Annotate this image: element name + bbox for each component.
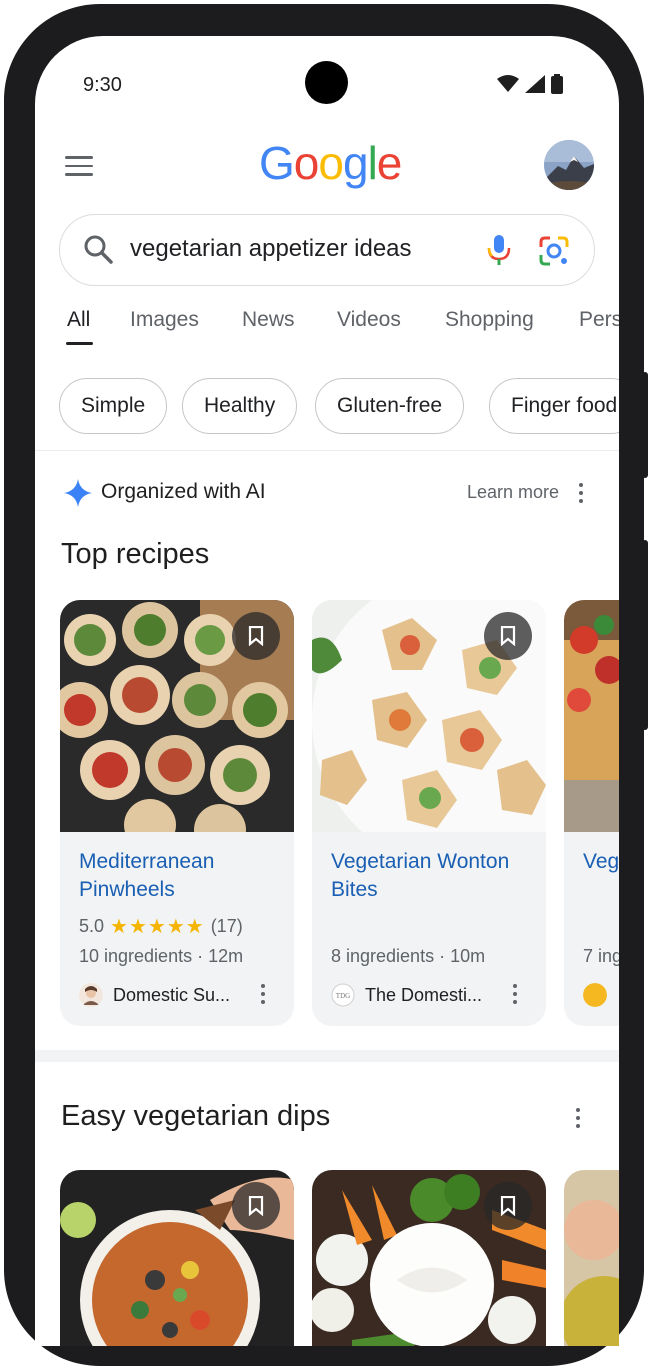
logo-letter: G [259,137,295,189]
microphone-icon[interactable] [486,233,512,267]
menu-icon[interactable] [65,156,93,178]
source-name: Domestic Su... [113,984,231,1005]
logo-letter: l [367,137,378,189]
recipe-source[interactable]: TDG The Domesti... [331,983,482,1007]
source-name: The Domesti... [365,984,483,1005]
tab-perspectives[interactable]: Pers [579,308,619,332]
ai-sparkle-icon [64,479,92,507]
bookmark-button[interactable] [484,612,532,660]
section-title-dips: Easy vegetarian dips [61,1100,331,1132]
divider [35,450,619,451]
tab-videos[interactable]: Videos [337,308,401,332]
screen: 9:30 Google vegetarian appetizer ideas A… [35,36,619,1346]
recipe-meta: 8 ingredients · 10m [331,946,486,966]
recipe-card[interactable]: Veg 7 ing [564,600,619,1026]
tab-images[interactable]: Images [130,308,199,332]
status-time: 9:30 [83,74,122,96]
logo-letter: g [342,137,369,189]
logo-letter: o [318,137,344,189]
more-options-icon[interactable] [260,984,266,1006]
chip-simple[interactable]: Simple [59,378,168,434]
tab-news[interactable]: News [242,308,295,332]
bookmark-icon [248,626,264,646]
recipe-source[interactable]: Domestic Su... [79,983,230,1007]
recipe-title[interactable]: Vegetarian Wonton Bites [331,848,531,904]
more-options-icon[interactable] [578,483,584,505]
search-icon[interactable] [82,233,114,265]
recipe-meta: 10 ingredients · 12m [79,946,244,966]
logo-letter: e [376,137,403,189]
search-input[interactable]: vegetarian appetizer ideas [130,235,412,263]
recipe-title[interactable]: Mediterranean Pinwheels [79,848,279,904]
dip-image [564,1170,619,1346]
recipe-source[interactable] [583,983,607,1007]
recipe-title[interactable]: Veg [583,848,619,876]
review-count: (17) [210,916,243,936]
source-logo-icon: TDG [331,983,355,1007]
bookmark-icon [500,626,516,646]
section-title-top-recipes: Top recipes [61,538,210,570]
bookmark-icon [248,1196,264,1216]
recipe-rating: 5.0 ★★★★★ (17) [79,914,243,939]
chip-healthy[interactable]: Healthy [182,378,298,434]
tab-shopping[interactable]: Shopping [445,308,534,332]
active-tab-indicator [66,342,93,345]
section-divider [35,1050,619,1062]
status-icons [497,74,563,94]
more-options-icon[interactable] [512,984,518,1006]
dip-card[interactable] [564,1170,619,1346]
recipe-meta: 7 ing [583,946,619,966]
google-logo[interactable]: Google [259,136,403,190]
bookmark-icon [500,1196,516,1216]
chip-gluten-free[interactable]: Gluten-free [315,378,465,434]
tab-all[interactable]: All [67,308,90,332]
bookmark-button[interactable] [232,1182,280,1230]
wifi-icon [497,75,519,92]
signal-icon [525,75,545,93]
recipe-card[interactable]: Mediterranean Pinwheels 5.0 ★★★★★ (17) 1… [60,600,294,1026]
google-lens-icon[interactable] [538,235,570,267]
recipe-card[interactable]: Vegetarian Wonton Bites 8 ingredients · … [312,600,546,1026]
ai-organized-label: Organized with AI [101,480,266,503]
phone-frame: 9:30 Google vegetarian appetizer ideas A… [4,4,644,1366]
source-avatar-icon [79,983,103,1007]
avatar[interactable] [544,140,594,190]
logo-letter: o [293,137,320,189]
battery-icon [551,74,563,94]
learn-more-link[interactable]: Learn more [467,482,559,503]
bookmark-button[interactable] [232,612,280,660]
camera-cutout [305,61,348,104]
svg-text:TDG: TDG [336,992,350,1000]
chip-finger-food[interactable]: Finger food [489,378,619,434]
dip-card[interactable] [312,1170,546,1346]
more-options-icon[interactable] [575,1108,581,1130]
recipe-image [564,600,619,832]
rating-stars: ★★★★★ [110,916,205,938]
rating-value: 5.0 [79,916,105,936]
source-logo-icon [583,983,607,1007]
search-bar[interactable]: vegetarian appetizer ideas [59,214,595,286]
dip-card[interactable] [60,1170,294,1346]
bookmark-button[interactable] [484,1182,532,1230]
